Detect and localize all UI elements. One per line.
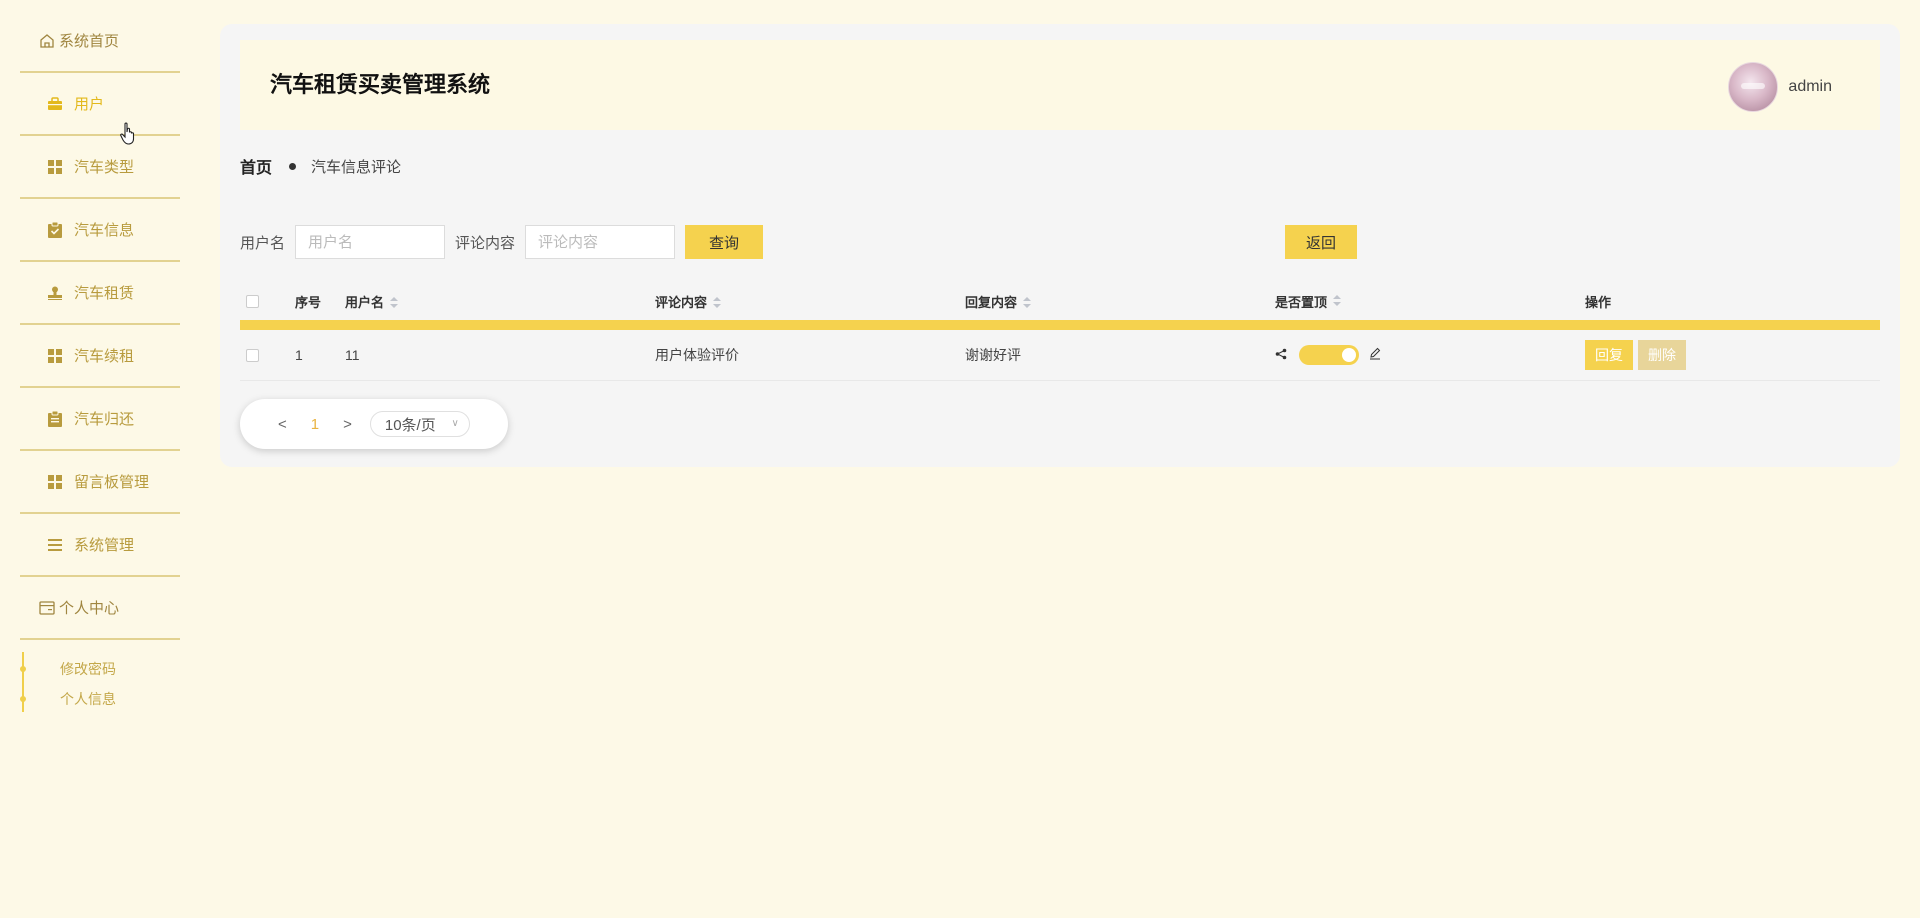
breadcrumb: 首页 汽车信息评论 bbox=[240, 154, 401, 178]
hand-cursor-icon bbox=[120, 122, 135, 145]
sidebar-item-label: 系统首页 bbox=[59, 33, 120, 50]
column-header-label: 是否置顶 bbox=[1275, 294, 1328, 310]
sidebar-item-users[interactable]: 用户 bbox=[20, 73, 180, 136]
id-card-icon bbox=[38, 599, 56, 617]
username-search-input[interactable] bbox=[295, 225, 446, 259]
select-all-checkbox[interactable] bbox=[246, 294, 259, 308]
sort-icon[interactable] bbox=[713, 297, 722, 309]
change-password-link[interactable]: 修改密码 bbox=[20, 654, 180, 684]
sidebar-item-label: 系统管理 bbox=[74, 537, 135, 554]
personal-center-submenu: 修改密码 个人信息 bbox=[20, 640, 180, 714]
username: admin bbox=[1788, 78, 1832, 95]
cell-reply: 谢谢好评 bbox=[965, 347, 1021, 363]
avatar[interactable] bbox=[1728, 62, 1779, 112]
stamp-icon bbox=[46, 284, 64, 302]
sidebar-item-label: 汽车续租 bbox=[74, 348, 135, 365]
cell-pinned bbox=[1275, 345, 1585, 365]
user-menu[interactable]: admin bbox=[1728, 62, 1832, 112]
search-bar: 用户名 评论内容 查询 bbox=[240, 225, 764, 259]
sidebar-item-personal-center[interactable]: 个人中心 bbox=[20, 577, 180, 640]
share-icon bbox=[1275, 347, 1287, 363]
page-size-value: 10条/页 bbox=[384, 416, 436, 434]
comment-label: 评论内容 bbox=[455, 234, 516, 252]
table-header: 序号 用户名 评论内容 回复内容 是否置顶 操作 bbox=[240, 282, 1880, 320]
comment-search-input[interactable] bbox=[525, 225, 676, 259]
edit-icon[interactable] bbox=[1369, 347, 1382, 363]
sidebar-item-label: 用户 bbox=[74, 96, 105, 113]
clipboard-icon bbox=[46, 410, 64, 428]
column-header-pinned[interactable]: 是否置顶 bbox=[1275, 292, 1585, 311]
home-icon bbox=[38, 32, 56, 50]
delete-button[interactable]: 删除 bbox=[1638, 340, 1686, 370]
sort-icon[interactable] bbox=[1333, 295, 1342, 307]
sidebar-item-car-return[interactable]: 汽车归还 bbox=[20, 388, 180, 451]
breadcrumb-current: 汽车信息评论 bbox=[311, 158, 402, 176]
reply-button[interactable]: 回复 bbox=[1585, 340, 1633, 370]
query-button[interactable]: 查询 bbox=[685, 225, 764, 259]
column-header-index: 序号 bbox=[295, 294, 322, 310]
page-title: 汽车租赁买卖管理系统 bbox=[270, 72, 491, 97]
grid-icon bbox=[46, 347, 64, 365]
sort-icon[interactable] bbox=[390, 297, 399, 309]
breadcrumb-home[interactable]: 首页 bbox=[240, 154, 272, 178]
sidebar-item-label: 汽车租赁 bbox=[74, 285, 135, 302]
sidebar-item-label: 汽车归还 bbox=[74, 411, 135, 428]
sidebar-item-label: 汽车类型 bbox=[74, 159, 135, 176]
sidebar-item-system-management[interactable]: 系统管理 bbox=[20, 514, 180, 577]
column-header-reply[interactable]: 回复内容 bbox=[965, 292, 1275, 311]
column-header-label: 评论内容 bbox=[655, 294, 708, 310]
cell-index: 1 bbox=[295, 347, 303, 363]
sidebar-item-car-types[interactable]: 汽车类型 bbox=[20, 136, 180, 199]
cell-comment: 用户体验评价 bbox=[655, 347, 739, 363]
sidebar: 系统首页 用户 汽车类型 汽车信息 汽车租赁 汽车续租 汽车归还 留言板管理 系… bbox=[20, 10, 180, 714]
sidebar-item-car-renewal[interactable]: 汽车续租 bbox=[20, 325, 180, 388]
username-label: 用户名 bbox=[240, 234, 286, 252]
pinned-toggle[interactable] bbox=[1299, 345, 1359, 365]
column-header-username[interactable]: 用户名 bbox=[345, 292, 655, 311]
grid-icon bbox=[46, 473, 64, 491]
table-row: 1 11 用户体验评价 谢谢好评 回复 删除 bbox=[240, 330, 1880, 381]
column-header-ops: 操作 bbox=[1585, 294, 1612, 310]
briefcase-icon bbox=[46, 95, 64, 113]
back-button[interactable]: 返回 bbox=[1285, 225, 1357, 259]
page-number[interactable]: 1 bbox=[311, 416, 319, 433]
sidebar-item-label: 个人中心 bbox=[59, 600, 120, 617]
sidebar-item-label: 留言板管理 bbox=[74, 474, 150, 491]
pagination: < 1 > 10条/页 ∨ bbox=[240, 399, 508, 449]
header-divider bbox=[240, 320, 1880, 330]
sidebar-item-car-rental[interactable]: 汽车租赁 bbox=[20, 262, 180, 325]
sidebar-item-car-info[interactable]: 汽车信息 bbox=[20, 199, 180, 262]
column-header-comment[interactable]: 评论内容 bbox=[655, 292, 965, 311]
breadcrumb-separator bbox=[289, 162, 297, 170]
sidebar-item-label: 汽车信息 bbox=[74, 222, 135, 239]
sidebar-item-message-board[interactable]: 留言板管理 bbox=[20, 451, 180, 514]
grid-icon bbox=[46, 158, 64, 176]
main-panel: 汽车租赁买卖管理系统 admin 首页 汽车信息评论 用户名 评论内容 查询 返… bbox=[220, 24, 1900, 467]
list-icon bbox=[46, 536, 64, 554]
column-header-label: 回复内容 bbox=[965, 294, 1018, 310]
column-header-label: 用户名 bbox=[345, 294, 385, 310]
personal-info-link[interactable]: 个人信息 bbox=[20, 684, 180, 714]
page-size-select[interactable]: 10条/页 ∨ bbox=[369, 411, 470, 437]
row-checkbox[interactable] bbox=[246, 348, 259, 362]
next-page-button[interactable]: > bbox=[343, 416, 352, 433]
sort-icon[interactable] bbox=[1023, 297, 1032, 309]
sidebar-item-home[interactable]: 系统首页 bbox=[20, 10, 180, 73]
cell-username: 11 bbox=[345, 347, 360, 363]
comments-table: 序号 用户名 评论内容 回复内容 是否置顶 操作 1 11 用户体验评价 谢谢好… bbox=[240, 282, 1880, 381]
cell-ops: 回复 删除 bbox=[1585, 340, 1880, 370]
clipboard-check-icon bbox=[46, 221, 64, 239]
header: 汽车租赁买卖管理系统 admin bbox=[240, 40, 1880, 130]
chevron-down-icon: ∨ bbox=[451, 418, 459, 429]
prev-page-button[interactable]: < bbox=[278, 416, 287, 433]
